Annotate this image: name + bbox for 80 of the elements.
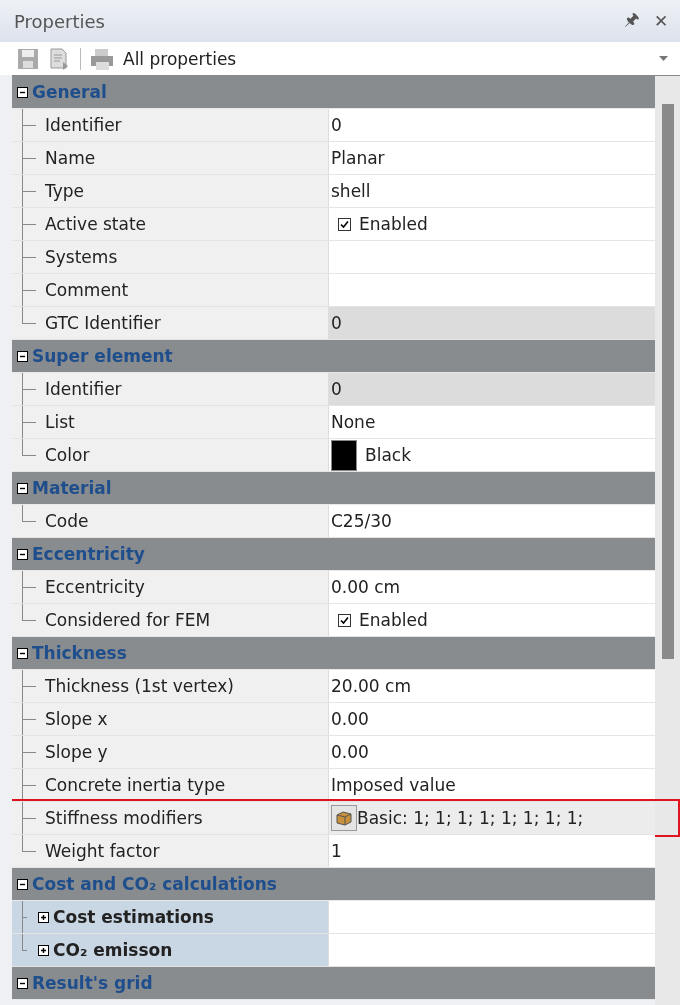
collapse-icon[interactable] (17, 482, 28, 494)
value-cell[interactable] (329, 901, 655, 933)
property-label: Eccentricity (45, 577, 145, 597)
property-label: Cost estimations (53, 907, 214, 927)
value-cell[interactable]: C25/30 (329, 505, 655, 537)
window-title: Properties (14, 10, 106, 32)
property-value[interactable]: 0.00 (331, 709, 369, 729)
filter-dropdown[interactable]: All properties (123, 42, 680, 75)
property-value[interactable]: shell (331, 181, 371, 201)
property-label: Identifier (45, 379, 122, 399)
property-label: GTC Identifier (45, 313, 161, 333)
collapse-icon[interactable] (17, 878, 28, 890)
value-cell[interactable]: 0.00 (329, 703, 655, 735)
value-cell[interactable]: 0.00 (329, 736, 655, 768)
collapse-icon[interactable] (17, 977, 28, 989)
value-cell[interactable]: 0 (329, 109, 655, 141)
value-cell[interactable]: 20.00 cm (329, 670, 655, 702)
property-label: Color (45, 445, 90, 465)
value-cell[interactable]: 0 (329, 373, 655, 405)
collapse-icon[interactable] (17, 647, 28, 659)
property-label: Systems (45, 247, 118, 267)
editor-button[interactable] (331, 805, 357, 831)
property-label: Identifier (45, 115, 122, 135)
property-value[interactable]: None (331, 412, 376, 432)
property-value[interactable]: 1 (331, 841, 342, 861)
property-label: Comment (45, 280, 129, 300)
property-value[interactable]: 0 (331, 313, 342, 333)
collapse-icon[interactable] (17, 350, 28, 362)
cube-icon (335, 809, 353, 827)
property-label: Thickness (1st vertex) (45, 676, 234, 696)
property-label: Considered for FEM (45, 610, 211, 630)
property-label: CO₂ emisson (53, 940, 173, 960)
property-label: List (45, 412, 75, 432)
collapse-icon[interactable] (17, 86, 28, 98)
value-cell[interactable]: 1 (329, 835, 655, 867)
property-label: Slope y (45, 742, 108, 762)
property-label: Stiffness modifiers (45, 808, 203, 828)
property-value[interactable]: Imposed value (331, 775, 456, 795)
pin-button[interactable]: 🖈 (620, 6, 644, 36)
value-cell[interactable]: Planar (329, 142, 655, 174)
close-button[interactable]: ✕ (650, 10, 672, 32)
caret-icon (659, 56, 668, 61)
property-value[interactable]: 0.00 (331, 742, 369, 762)
scrollbar[interactable] (655, 76, 680, 1005)
property-label: Code (45, 511, 89, 531)
value-cell[interactable]: None (329, 406, 655, 438)
value-cell[interactable]: Basic: 1; 1; 1; 1; 1; 1; 1; 1; (329, 802, 655, 834)
property-value[interactable]: C25/30 (331, 511, 392, 531)
property-label: Concrete inertia type (45, 775, 226, 795)
property-label: Name (45, 148, 96, 168)
property-value[interactable]: 0 (331, 379, 342, 399)
value-cell[interactable]: Imposed value (329, 769, 655, 801)
value-cell[interactable]: shell (329, 175, 655, 207)
expand-icon[interactable] (38, 911, 49, 923)
property-value[interactable]: 0 (331, 115, 342, 135)
property-value[interactable]: 20.00 cm (331, 676, 411, 696)
value-cell[interactable] (329, 241, 655, 273)
property-label: Active state (45, 214, 147, 234)
value-cell[interactable] (329, 274, 655, 306)
property-label: Weight factor (45, 841, 160, 861)
property-value: Enabled (359, 214, 428, 234)
value-cell[interactable] (329, 934, 655, 966)
property-value[interactable]: Planar (331, 148, 385, 168)
expand-icon[interactable] (38, 944, 49, 956)
value-cell[interactable]: Black (329, 439, 655, 471)
value-cell[interactable]: Enabled (329, 604, 655, 636)
collapse-icon[interactable] (17, 548, 28, 560)
value-cell[interactable]: 0 (329, 307, 655, 339)
property-value: Black (365, 445, 411, 465)
printer-icon[interactable] (89, 46, 115, 71)
property-label: Type (45, 181, 85, 201)
property-value[interactable]: 0.00 cm (331, 577, 401, 597)
value-cell[interactable]: Enabled (329, 208, 655, 240)
property-value: Basic: 1; 1; 1; 1; 1; 1; 1; 1; (357, 808, 584, 828)
checkbox[interactable] (338, 217, 351, 231)
property-value: Enabled (359, 610, 428, 630)
color-swatch[interactable] (331, 439, 357, 471)
property-label: Slope x (45, 709, 108, 729)
checkbox[interactable] (338, 613, 351, 627)
value-cell[interactable]: 0.00 cm (329, 571, 655, 603)
